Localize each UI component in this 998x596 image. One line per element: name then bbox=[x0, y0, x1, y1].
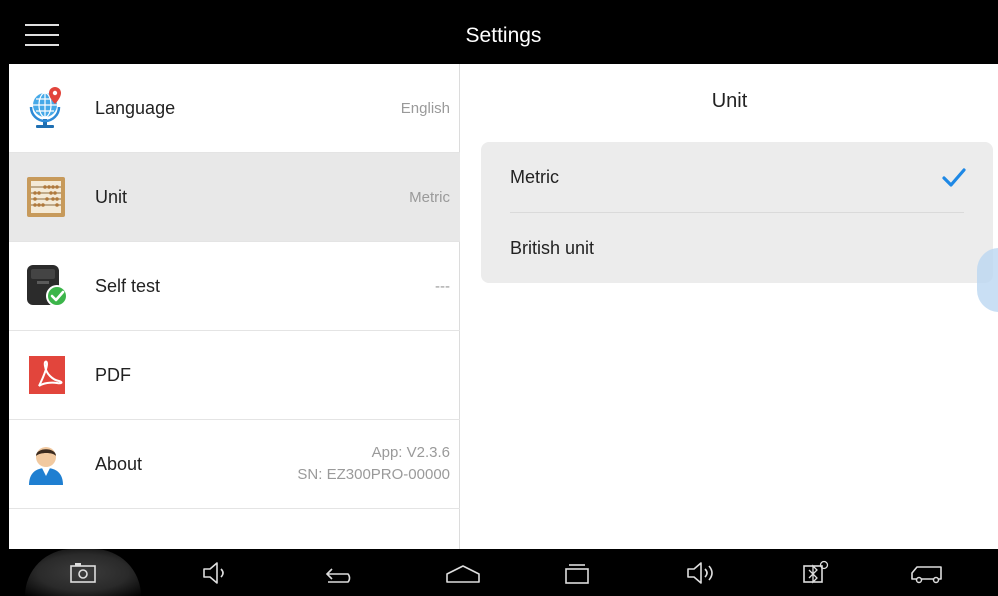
unit-option-british[interactable]: British unit bbox=[481, 213, 993, 283]
globe-location-icon bbox=[23, 85, 69, 131]
floating-assist-button[interactable] bbox=[977, 248, 998, 312]
settings-item-label: About bbox=[95, 454, 143, 474]
recent-apps-icon[interactable] bbox=[547, 549, 607, 596]
vehicle-icon[interactable] bbox=[897, 549, 957, 596]
app-version: App: V2.3.6 bbox=[371, 444, 450, 461]
settings-item-label: Language bbox=[95, 98, 176, 118]
unit-option-label: Metric bbox=[510, 167, 559, 187]
volume-up-icon[interactable] bbox=[671, 549, 731, 596]
check-icon bbox=[942, 168, 966, 187]
unit-panel: Unit Metric British unit bbox=[461, 64, 998, 549]
serial-number: SN: EZ300PRO-00000 bbox=[297, 466, 450, 483]
settings-item-value: Metric bbox=[409, 189, 450, 206]
settings-item-label: Self test bbox=[95, 276, 161, 296]
top-bar: Settings bbox=[9, 8, 998, 64]
user-avatar-icon bbox=[23, 441, 69, 487]
home-icon[interactable] bbox=[433, 549, 493, 596]
about-version-info: App: V2.3.6 SN: EZ300PRO-00000 bbox=[297, 442, 450, 486]
page-title: Settings bbox=[465, 24, 542, 47]
unit-options-card: Metric British unit bbox=[481, 142, 993, 283]
settings-list: Language English Unit Metric Self test -… bbox=[9, 64, 460, 549]
settings-item-about[interactable]: About App: V2.3.6 SN: EZ300PRO-00000 bbox=[9, 420, 460, 509]
unit-option-metric[interactable]: Metric bbox=[481, 142, 993, 212]
settings-item-pdf[interactable]: PDF bbox=[9, 331, 460, 420]
unit-panel-title: Unit bbox=[711, 90, 748, 112]
pdf-icon bbox=[23, 352, 69, 398]
settings-item-self-test[interactable]: Self test --- bbox=[9, 242, 460, 331]
hamburger-menu-icon[interactable] bbox=[25, 22, 59, 48]
app-window: Settings Language English Unit Metric Se… bbox=[9, 8, 998, 596]
abacus-icon bbox=[23, 174, 69, 220]
unit-option-label: British unit bbox=[510, 238, 595, 258]
settings-item-value: English bbox=[400, 100, 450, 117]
settings-item-language[interactable]: Language English bbox=[9, 64, 460, 153]
device-check-icon bbox=[23, 263, 69, 309]
back-icon[interactable] bbox=[309, 549, 369, 596]
system-nav-bar bbox=[9, 549, 998, 596]
volume-down-icon[interactable] bbox=[185, 549, 245, 596]
settings-item-label: PDF bbox=[95, 365, 131, 385]
bluetooth-vci-icon[interactable] bbox=[785, 549, 845, 596]
settings-item-label: Unit bbox=[95, 187, 128, 207]
settings-item-unit[interactable]: Unit Metric bbox=[9, 153, 460, 242]
settings-item-value: --- bbox=[435, 278, 450, 295]
screenshot-icon[interactable] bbox=[25, 549, 141, 596]
